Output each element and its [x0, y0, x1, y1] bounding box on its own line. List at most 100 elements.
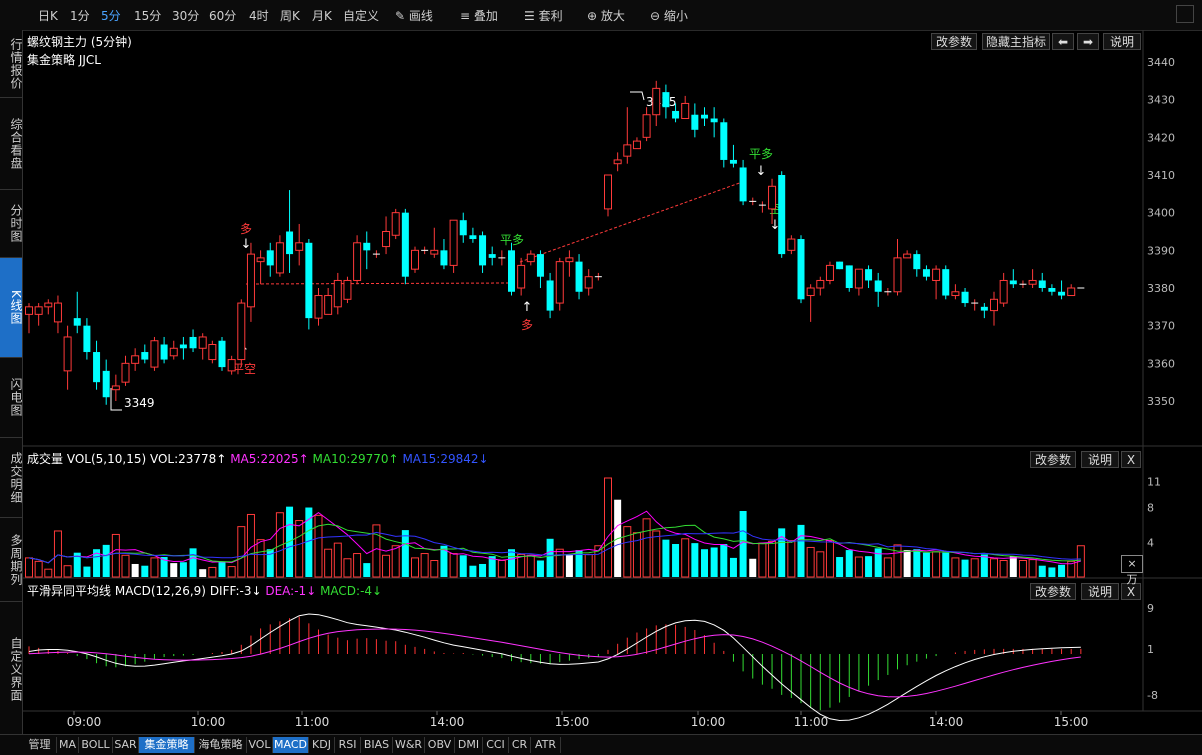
volume-bar: [797, 524, 805, 577]
candle-up: [275, 242, 284, 274]
volume-bar: [903, 550, 911, 577]
volume-bar: [942, 552, 950, 577]
volume-bar: [102, 544, 110, 577]
volume-bar: [508, 549, 515, 577]
indicator-tab-12[interactable]: OBV: [425, 737, 455, 753]
indicator-tab-6[interactable]: VOL: [247, 737, 273, 753]
volume-bar: [555, 548, 564, 578]
volume-bar: [999, 560, 1008, 578]
volume-bar: [256, 539, 265, 578]
indicator-tab-13[interactable]: DMI: [455, 737, 483, 753]
volume-bar: [951, 557, 960, 578]
volume-bar: [459, 555, 467, 577]
indicator-tab-5[interactable]: 海龟策略: [195, 737, 247, 753]
candle-up: [63, 336, 72, 372]
volume-bar: [854, 556, 863, 578]
candle-down: [440, 250, 448, 266]
indicator-tab-2[interactable]: BOLL: [79, 737, 113, 753]
indicator-tab-10[interactable]: BIAS: [361, 737, 393, 753]
position-line-2: [519, 180, 746, 263]
macd-diff-line: [28, 613, 1081, 722]
volume-bar: [411, 557, 419, 578]
candle-up: [652, 87, 661, 116]
candle-down: [286, 231, 294, 255]
candle-up: [1028, 279, 1037, 285]
indicator-tab-4[interactable]: 集金策略: [139, 737, 195, 753]
volume-bar: [1058, 564, 1066, 577]
price-tick: 3390: [1147, 244, 1175, 257]
candle-up: [893, 257, 902, 293]
candle-down: [536, 254, 544, 277]
volume-bar: [295, 520, 304, 578]
candle-down: [1009, 280, 1017, 285]
candle-up: [111, 385, 120, 391]
candle-down: [179, 344, 187, 349]
low-annotation: 3349: [124, 396, 155, 410]
indicator-tab-9[interactable]: RSI: [335, 737, 361, 753]
candle-down: [865, 269, 873, 281]
indicator-tab-15[interactable]: CR: [509, 737, 531, 753]
volume-bar: [382, 554, 391, 578]
candle-down: [778, 175, 786, 255]
volume-bar: [391, 545, 400, 578]
signal-buy-1: 多: [240, 222, 252, 236]
vol-unit-label: ×万: [1121, 555, 1143, 586]
candle-down: [980, 306, 988, 311]
candle-down: [720, 122, 728, 160]
candle-down: [401, 212, 409, 277]
volume-bar: [701, 549, 708, 577]
candle-up: [121, 362, 130, 383]
volume-bar: [883, 557, 892, 578]
volume-bar: [565, 554, 573, 577]
candle-up: [555, 261, 564, 304]
volume-bar: [401, 530, 409, 577]
candle-up: [150, 340, 159, 368]
low-leader: [110, 388, 122, 411]
price-tick: 3400: [1147, 207, 1175, 220]
signal-close-long-2: 平多: [749, 147, 773, 161]
indicator-tab-3[interactable]: SAR: [113, 737, 139, 753]
indicator-tab-8[interactable]: KDJ: [309, 737, 335, 753]
volume-bar: [970, 558, 979, 578]
kline-chart[interactable]: 34353349多↓平空↑平多↓多↑平多↓空↓ 3440343034203410…: [0, 0, 1202, 734]
indicator-tab-7[interactable]: MACD: [273, 737, 309, 753]
volume-bar: [749, 558, 757, 577]
candle-down: [672, 110, 680, 119]
volume-bar: [170, 563, 178, 577]
indicator-tab-14[interactable]: CCI: [483, 737, 509, 753]
candle-up: [787, 238, 796, 251]
candle-up: [353, 242, 362, 281]
volume-bar: [179, 562, 187, 577]
time-tick: 15:00: [1054, 715, 1089, 729]
candle-down: [874, 280, 882, 292]
volume-bar: [1009, 556, 1017, 577]
volume-bar: [922, 552, 930, 577]
candle-up: [517, 264, 526, 289]
candle-up: [854, 268, 863, 289]
candle-down: [913, 254, 921, 270]
price-tick: 3420: [1147, 131, 1175, 144]
candle-down: [836, 261, 844, 270]
time-tick: 10:00: [191, 715, 226, 729]
high-annotation: 3435: [646, 95, 677, 109]
candle-up: [343, 279, 352, 300]
volume-bar: [662, 539, 670, 577]
indicator-tab-11[interactable]: W&R: [393, 737, 425, 753]
signal-close-long-2-arrow: ↓: [756, 164, 767, 179]
indicator-tab-0[interactable]: 管理: [23, 737, 57, 753]
candle-down: [701, 114, 708, 119]
candle-up: [25, 306, 33, 315]
candle-up: [681, 102, 690, 120]
candle-down: [575, 261, 583, 292]
volume-bar: [546, 538, 554, 577]
volume-bar: [208, 566, 217, 578]
candle-up: [34, 306, 43, 315]
candle-down: [469, 235, 477, 240]
indicator-tab-1[interactable]: MA: [57, 737, 79, 753]
volume-bar: [526, 554, 535, 578]
time-tick: 10:00: [691, 715, 726, 729]
indicator-tab-16[interactable]: ATR: [531, 737, 561, 753]
candle-up: [806, 287, 815, 297]
price-tick: 3410: [1147, 169, 1175, 182]
volume-bar: [874, 548, 882, 577]
